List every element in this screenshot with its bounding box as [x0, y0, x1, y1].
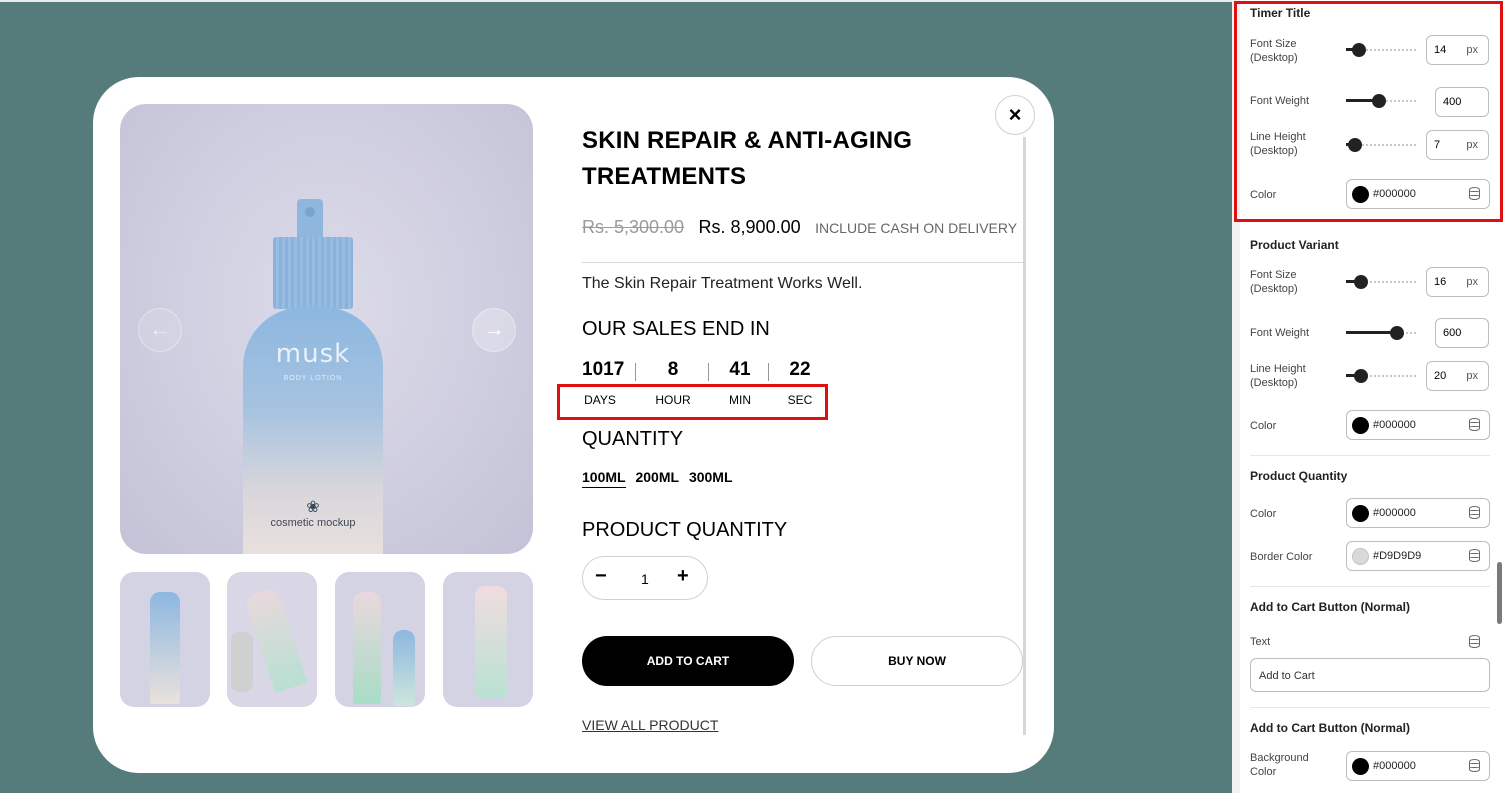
decrement-button[interactable]: − [595, 565, 607, 588]
product-main-image: musk BODY LOTION ❀ cosmetic mockup ← → [120, 104, 533, 554]
variant-color-label: Color [1250, 420, 1277, 432]
database-icon[interactable] [1469, 418, 1481, 432]
timer-mins: 41 [729, 359, 751, 380]
quantity-title: QUANTITY [582, 428, 684, 450]
next-image-button[interactable]: → [472, 308, 516, 352]
color-swatch [1352, 758, 1369, 775]
variant-option-100ml[interactable]: 100ML [582, 469, 626, 488]
variant-line-height-slider[interactable] [1346, 369, 1418, 383]
variant-font-size-label: Font Size (Desktop) [1250, 269, 1298, 295]
bottle-mockup-text: cosmetic mockup [270, 517, 356, 529]
variant-line-height-label: Line Height (Desktop) [1250, 363, 1306, 389]
product-description: The Skin Repair Treatment Works Well. [582, 275, 863, 292]
increment-button[interactable]: + [677, 565, 689, 588]
add-to-cart-bg-label: Background Color [1250, 752, 1309, 778]
database-icon[interactable] [1469, 506, 1481, 520]
variant-font-weight-slider[interactable] [1346, 326, 1418, 340]
quantity-border-color-label: Border Color [1250, 551, 1313, 563]
variant-option-200ml[interactable]: 200ML [635, 469, 679, 487]
database-icon[interactable] [1469, 635, 1480, 653]
product-variant-heading: Product Variant [1250, 238, 1339, 252]
thumbnail-3[interactable] [335, 572, 425, 707]
add-to-cart-text-label: Text [1250, 636, 1271, 648]
quantity-color-label: Color [1250, 508, 1277, 520]
divider [582, 262, 1023, 263]
close-modal-button[interactable]: × [995, 95, 1035, 135]
thumbnail-4[interactable] [443, 572, 533, 707]
variant-option-300ml[interactable]: 300ML [689, 469, 733, 487]
product-quantity-title: PRODUCT QUANTITY [582, 519, 788, 541]
timer-days: 1017 [582, 359, 625, 380]
variant-line-height-input[interactable]: 20 px [1426, 361, 1489, 391]
variant-font-size-slider[interactable] [1346, 275, 1418, 289]
prev-image-button[interactable]: ← [138, 308, 182, 352]
thumbnail-2[interactable] [227, 572, 317, 707]
timer-title-settings-highlight [1234, 1, 1503, 222]
add-to-cart-text-heading: Add to Cart Button (Normal) [1250, 600, 1410, 614]
thumbnail-1[interactable] [120, 572, 210, 707]
quick-view-modal: musk BODY LOTION ❀ cosmetic mockup ← → S… [93, 77, 1054, 773]
color-swatch [1352, 505, 1369, 522]
quantity-color-picker[interactable]: #000000 [1346, 498, 1490, 528]
old-price: Rs. 5,300.00 [582, 217, 685, 237]
product-title: SKIN REPAIR & ANTI-AGING TREATMENTS [582, 127, 913, 190]
modal-scrollbar[interactable] [1023, 137, 1026, 735]
timer-title: OUR SALES END IN [582, 318, 770, 340]
quantity-border-color-picker[interactable]: #D9D9D9 [1346, 541, 1490, 571]
price-row: Rs. 5,300.00 Rs. 8,900.00 INCLUDE CASH O… [582, 217, 1022, 241]
product-bottle-image: musk BODY LOTION ❀ cosmetic mockup [243, 199, 383, 554]
timer-secs: 22 [789, 359, 811, 380]
variant-font-weight-label: Font Weight [1250, 327, 1310, 339]
cod-note: INCLUDE CASH ON DELIVERY [815, 220, 1018, 236]
add-to-cart-text-input[interactable]: Add to Cart [1250, 658, 1490, 692]
variant-font-size-input[interactable]: 16 px [1426, 267, 1489, 297]
variant-options: 100ML 200ML 300ML [582, 469, 739, 488]
color-swatch [1352, 548, 1369, 565]
bottle-brand-text: musk [275, 339, 351, 369]
view-all-product-link[interactable]: VIEW ALL PRODUCT [582, 717, 718, 733]
lotus-icon: ❀ [306, 499, 320, 516]
variant-color-picker[interactable]: #000000 [1346, 410, 1490, 440]
timer-labels-highlight [557, 384, 828, 420]
add-to-cart-bg-heading: Add to Cart Button (Normal) [1250, 721, 1410, 735]
database-icon[interactable] [1469, 759, 1481, 773]
preview-canvas: musk BODY LOTION ❀ cosmetic mockup ← → S… [0, 0, 1232, 793]
database-icon[interactable] [1469, 549, 1481, 563]
quantity-value[interactable]: 1 [641, 571, 649, 587]
timer-hours: 8 [667, 359, 679, 380]
canvas-top-strip [0, 0, 1232, 2]
add-to-cart-button[interactable]: ADD TO CART [582, 636, 794, 686]
bottle-brand-subtext: BODY LOTION [283, 375, 343, 382]
new-price: Rs. 8,900.00 [698, 217, 801, 237]
product-quantity-heading: Product Quantity [1250, 469, 1348, 483]
add-to-cart-bg-picker[interactable]: #000000 [1346, 751, 1490, 781]
quantity-stepper: − 1 + [582, 556, 708, 600]
color-swatch [1352, 417, 1369, 434]
panel-scrollbar[interactable] [1497, 562, 1502, 624]
variant-font-weight-input[interactable]: 600 [1435, 318, 1489, 348]
buy-now-button[interactable]: BUY NOW [811, 636, 1023, 686]
